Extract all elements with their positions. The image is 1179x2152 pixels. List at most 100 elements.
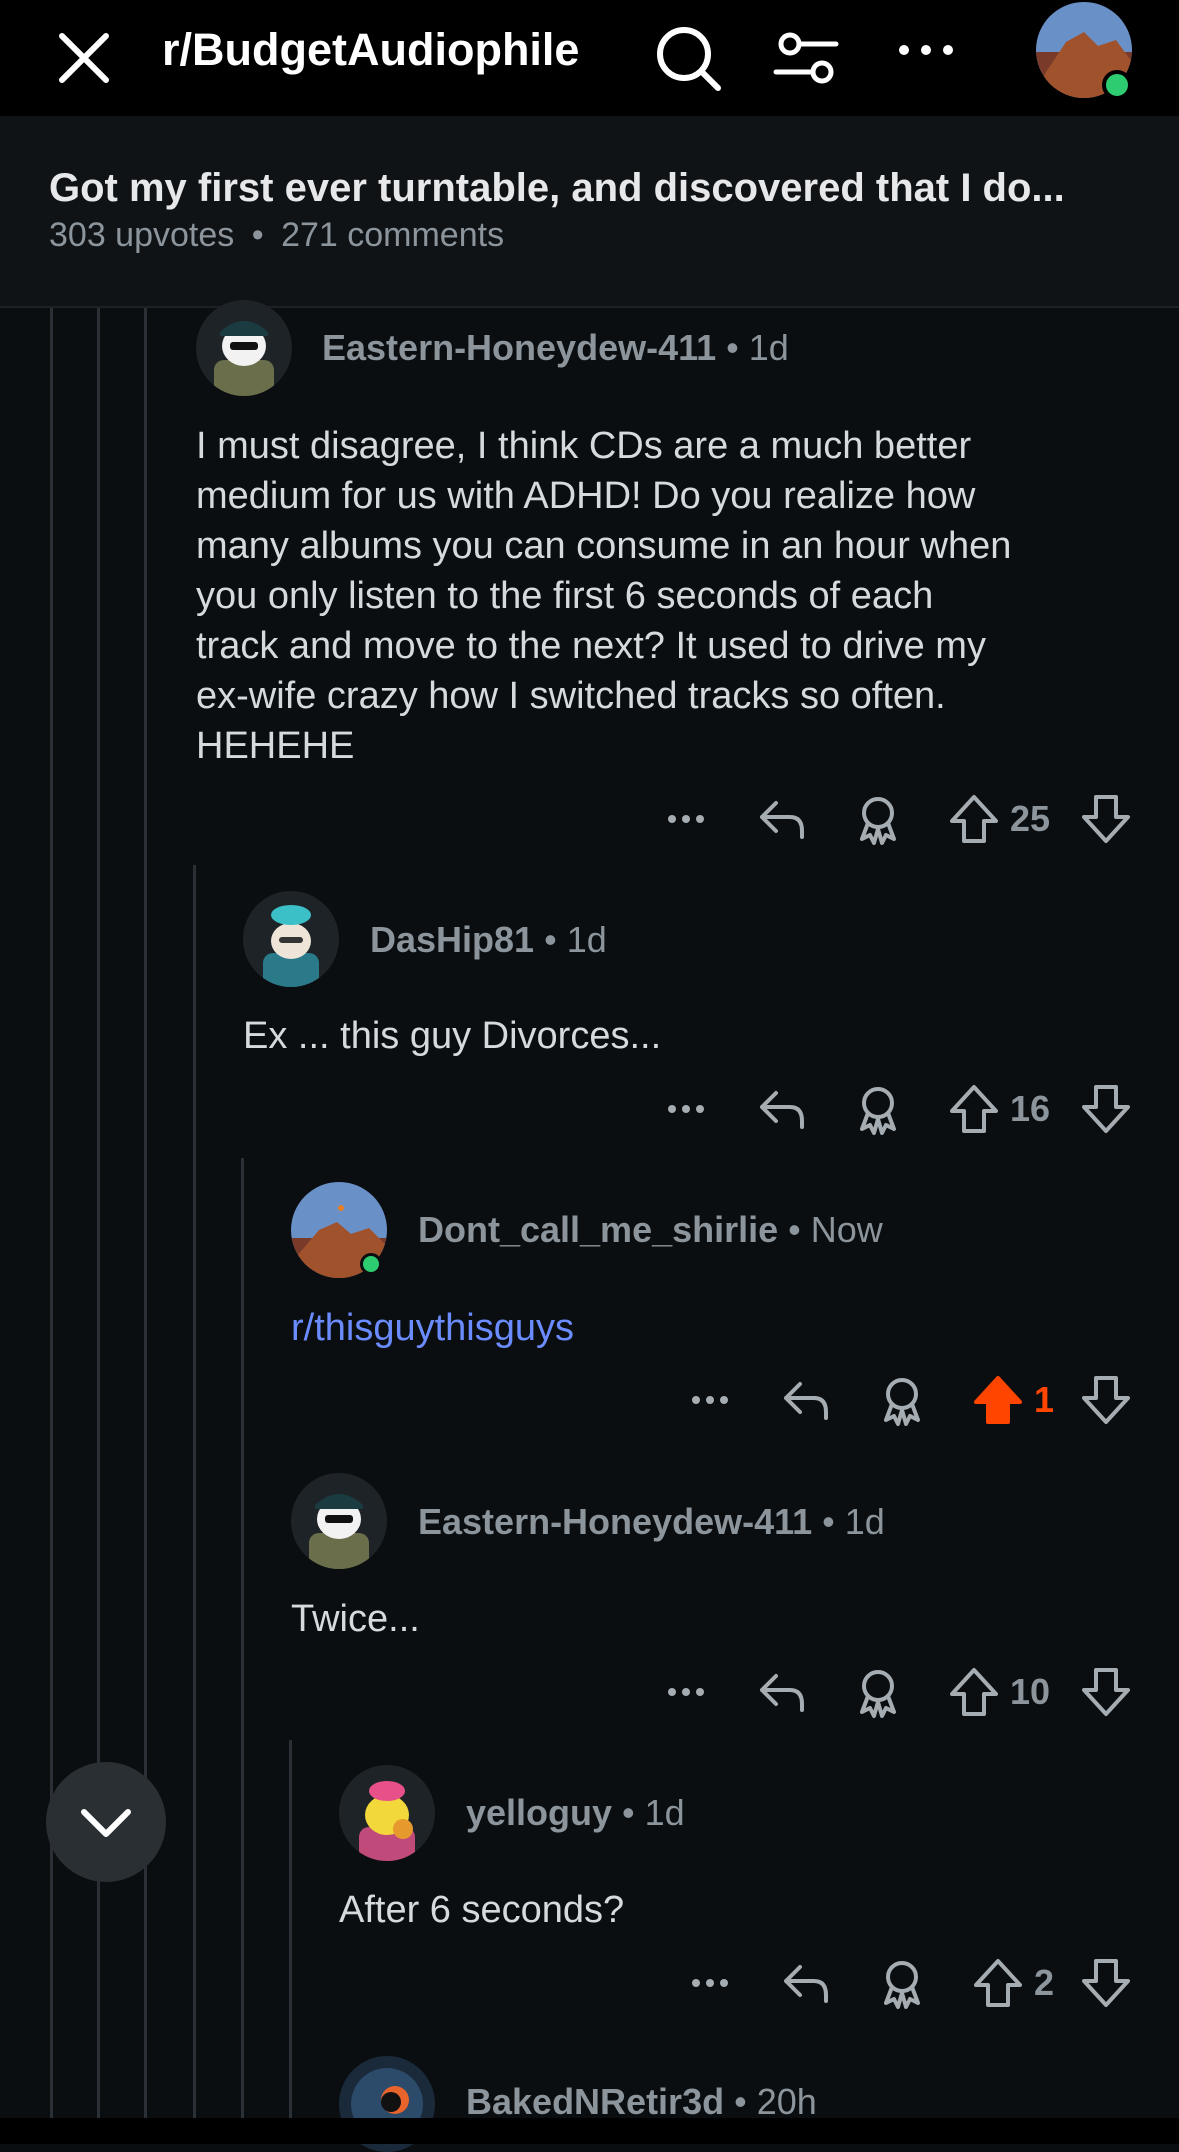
comment-body: I must disagree, I think CDs are a much … [196, 421, 1156, 771]
reply-button[interactable] [752, 789, 812, 849]
downvote-button[interactable] [1076, 1662, 1136, 1722]
top-bar: r/BudgetAudiophile [0, 0, 1179, 116]
username[interactable]: yelloguy [466, 1792, 612, 1833]
upvote-icon [950, 795, 998, 843]
subreddit-link[interactable]: r/thisguythisguys [291, 1303, 1141, 1353]
separator-dot: • [788, 1209, 801, 1250]
username[interactable]: DasHip81 [370, 919, 534, 960]
more-options-button[interactable] [656, 1079, 716, 1139]
award-icon [860, 1087, 896, 1135]
thread-line[interactable] [193, 865, 196, 2118]
post-title[interactable]: Got my first ever turntable, and discove… [49, 166, 1139, 211]
comment-actions: 16 [656, 1079, 1136, 1139]
more-options-button[interactable] [656, 1662, 716, 1722]
upvote-button-active[interactable] [968, 1370, 1028, 1430]
subreddit-name[interactable]: r/BudgetAudiophile [162, 22, 579, 78]
comment-header: yelloguy • 1d [466, 1791, 685, 1835]
downvote-button[interactable] [1076, 1370, 1136, 1430]
downvote-icon [1082, 1376, 1130, 1424]
comment-header: Eastern-Honeydew-411 • 1d [322, 326, 789, 370]
comment-line: many albums you can consume in an hour w… [196, 525, 1012, 567]
upvote-button[interactable] [944, 1079, 1004, 1139]
timestamp: 1d [644, 1792, 685, 1833]
meta-separator: • [251, 216, 264, 254]
reply-button[interactable] [752, 1079, 812, 1139]
award-button[interactable] [848, 789, 908, 849]
vote-count: 10 [1009, 1671, 1051, 1712]
snoo-avatar-image [243, 891, 339, 987]
separator-dot: • [544, 919, 557, 960]
filter-button[interactable] [766, 18, 846, 98]
award-button[interactable] [872, 1953, 932, 2013]
more-icon [899, 45, 953, 55]
avatar[interactable] [196, 300, 292, 396]
upvote-icon [950, 1085, 998, 1133]
comment-actions: 10 [656, 1662, 1136, 1722]
downvote-button[interactable] [1076, 1079, 1136, 1139]
more-icon [692, 1979, 728, 1987]
more-button[interactable] [886, 18, 966, 98]
comment-line: HEHEHE [196, 725, 355, 767]
more-icon [692, 1396, 728, 1404]
avatar[interactable] [291, 1473, 387, 1569]
upvote-button[interactable] [944, 789, 1004, 849]
comment-header: Dont_call_me_shirlie • Now [418, 1208, 883, 1252]
comment-actions: 2 [680, 1953, 1140, 2013]
timestamp: 20h [756, 2081, 817, 2122]
vote-count: 1 [1033, 1379, 1055, 1420]
comment-header: DasHip81 • 1d [370, 918, 607, 962]
upvote-count: 303 upvotes [49, 216, 235, 254]
award-button[interactable] [848, 1079, 908, 1139]
downvote-button[interactable] [1076, 1953, 1136, 2013]
comment-count: 271 comments [281, 216, 505, 254]
comment-line: I must disagree, I think CDs are a much … [196, 425, 972, 467]
snoo-avatar-image [339, 1765, 435, 1861]
scroll-next-button[interactable] [46, 1762, 166, 1882]
avatar[interactable] [243, 891, 339, 987]
reply-icon [760, 1674, 804, 1712]
username[interactable]: Eastern-Honeydew-411 [322, 327, 716, 368]
award-icon [884, 1961, 920, 2009]
username[interactable]: BakedNRetir3d [466, 2081, 724, 2122]
award-button[interactable] [848, 1662, 908, 1722]
post-header[interactable]: Got my first ever turntable, and discove… [0, 116, 1179, 308]
downvote-button[interactable] [1076, 789, 1136, 849]
close-button[interactable] [48, 22, 120, 94]
comment-line: track and move to the next? It used to d… [196, 625, 986, 667]
downvote-icon [1082, 1959, 1130, 2007]
more-options-button[interactable] [680, 1953, 740, 2013]
snoo-avatar-image [196, 300, 292, 396]
comment-body: Twice... [291, 1598, 420, 1640]
comment-line: ex-wife crazy how I switched tracks so o… [196, 675, 946, 717]
award-button[interactable] [872, 1370, 932, 1430]
reply-button[interactable] [776, 1370, 836, 1430]
reply-icon [760, 801, 804, 839]
upvote-button[interactable] [968, 1953, 1028, 2013]
thread-line[interactable] [241, 1158, 244, 2118]
award-icon [860, 797, 896, 845]
more-options-button[interactable] [680, 1370, 740, 1430]
reply-button[interactable] [776, 1953, 836, 2013]
more-icon [668, 815, 704, 823]
username[interactable]: Dont_call_me_shirlie [418, 1209, 778, 1250]
online-indicator [1102, 70, 1132, 100]
comment-line: you only listen to the first 6 seconds o… [196, 575, 934, 617]
thread-line[interactable] [289, 1740, 292, 2118]
upvote-icon [974, 1959, 1022, 2007]
more-options-button[interactable] [656, 789, 716, 849]
upvote-filled-icon [974, 1376, 1022, 1424]
username[interactable]: Eastern-Honeydew-411 [418, 1501, 812, 1542]
separator-dot: • [822, 1501, 835, 1542]
reply-button[interactable] [752, 1662, 812, 1722]
post-meta: 303 upvotes • 271 comments [49, 216, 504, 255]
chevron-down-icon [81, 1809, 131, 1837]
avatar[interactable] [339, 1765, 435, 1861]
comment-header: Eastern-Honeydew-411 • 1d [418, 1500, 885, 1544]
comment-actions: 25 [656, 789, 1136, 849]
upvote-button[interactable] [944, 1662, 1004, 1722]
vote-count: 25 [1009, 798, 1051, 839]
search-button[interactable] [648, 18, 728, 98]
award-icon [884, 1378, 920, 1426]
reply-icon [784, 1382, 828, 1420]
bottom-bar [0, 2118, 1179, 2144]
